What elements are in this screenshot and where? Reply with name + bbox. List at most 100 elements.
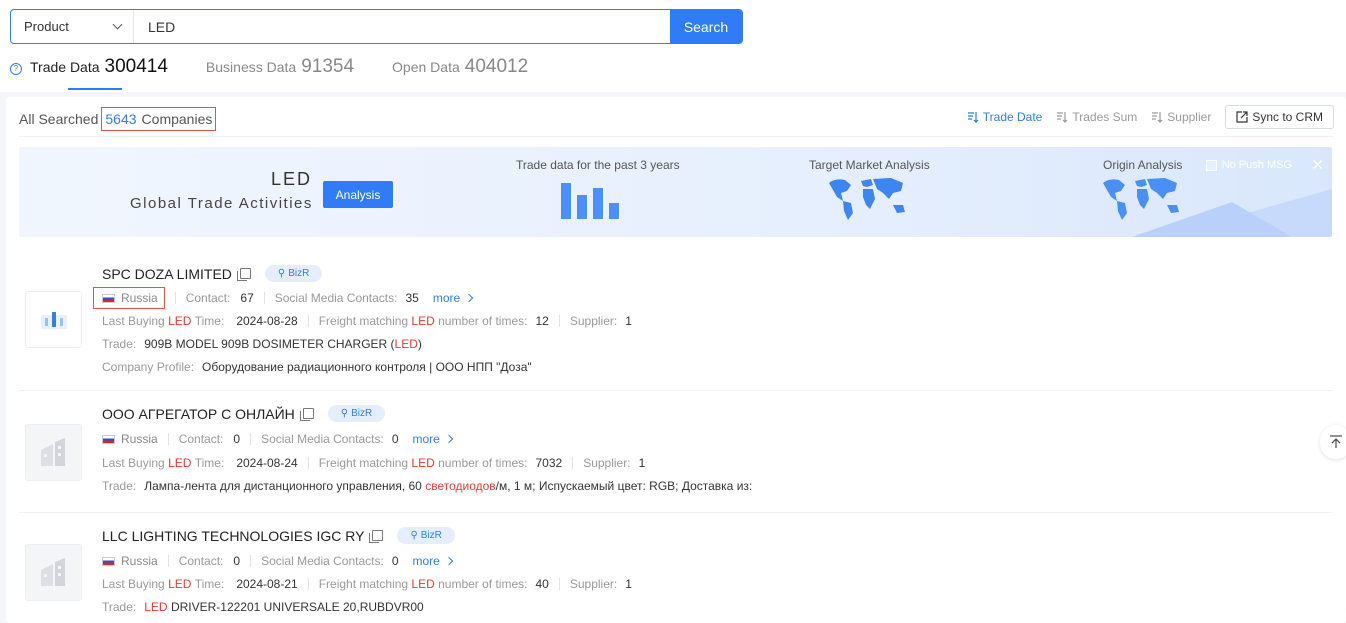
freight-label: Freight matching [318, 577, 409, 591]
bizr-icon: ⚲ [340, 408, 349, 419]
company-logo[interactable] [25, 291, 82, 348]
country-name: Russia [121, 291, 158, 305]
contact-label: Contact: [178, 554, 224, 568]
trade-line: Trade: Лампа-лента для дистанционного уп… [102, 479, 752, 493]
origin-analysis-caption[interactable]: Origin Analysis [1103, 158, 1182, 172]
sync-to-crm-button[interactable]: Sync to CRM [1225, 105, 1334, 129]
times-label: number of times: [438, 456, 528, 470]
search-type-select[interactable]: Product [11, 10, 134, 43]
copy-icon[interactable] [236, 268, 251, 281]
search-input[interactable] [134, 10, 670, 43]
more-link[interactable]: more [433, 291, 474, 305]
sort-icon [1057, 112, 1068, 123]
world-map-icon[interactable] [825, 175, 911, 221]
company-row: ООО АГРЕГАТОР С ОНЛАЙН ⚲ BizR Russia Cont… [19, 402, 1332, 512]
no-push-checkbox[interactable] [1205, 159, 1217, 171]
social-label: Social Media Contacts: [261, 554, 384, 568]
summary-suffix: Companies [141, 111, 213, 127]
russia-flag-icon [102, 556, 115, 566]
bizr-icon: ⚲ [410, 530, 418, 541]
company-name[interactable]: SPC DOZA LIMITED [102, 266, 232, 282]
world-map-icon[interactable] [1099, 175, 1185, 221]
company-logo-image [40, 311, 67, 329]
target-market-caption[interactable]: Target Market Analysis [809, 158, 930, 172]
more-link[interactable]: more [412, 554, 454, 568]
keyword-highlight: LED [411, 314, 435, 328]
trade-label: Trade: [102, 479, 137, 493]
tab-trade-data[interactable]: ? Trade Data 300414 [10, 56, 168, 90]
trade-description: 909B MODEL 909B DOSIMETER CHARGER (LED) [144, 337, 422, 351]
back-to-top-button[interactable] [1320, 425, 1346, 459]
trade-label: Trade: [102, 600, 137, 614]
sort-icon [967, 112, 979, 123]
results-card: All Searched 5643 Companies Trade Date T… [6, 97, 1346, 623]
search-box: Product Search [10, 9, 743, 44]
last-buying-label: Last Buying [102, 577, 165, 591]
trade-line: Trade: LED DRIVER-122201 UNIVERSALE 20,R… [102, 600, 424, 614]
help-icon[interactable]: ? [10, 63, 22, 75]
company-logo[interactable] [25, 544, 82, 601]
bizr-badge[interactable]: ⚲ BizR [264, 265, 323, 282]
supplier-label: Supplier: [569, 314, 618, 328]
profile-label: Company Profile: [102, 360, 195, 374]
search-type-value: Product [24, 19, 69, 34]
company-name[interactable]: LLC LIGHTING TECHNOLOGIES IGC RY [102, 528, 364, 544]
more-label: more [412, 554, 440, 568]
bar-chart-icon[interactable] [561, 181, 625, 219]
arrow-up-icon [1330, 435, 1342, 448]
freight-label: Freight matching [318, 314, 409, 328]
supplier-count: 1 [625, 314, 632, 328]
trade-stats-line: Last Buying LED Time: 2024-08-21 Freight… [102, 577, 632, 591]
profile-line: Company Profile: Оборудование радиационн… [102, 360, 532, 374]
last-buying-date: 2024-08-21 [236, 577, 298, 591]
building-placeholder-icon [40, 557, 65, 586]
search-button[interactable]: Search [670, 10, 742, 43]
no-push-toggle[interactable]: No Push MSG [1205, 159, 1292, 171]
banner-keyword: LED [271, 169, 313, 189]
russia-flag-icon [102, 293, 115, 303]
freight-times: 7032 [535, 456, 563, 470]
sort-label: Trades Sum [1072, 110, 1138, 124]
copy-icon[interactable] [369, 530, 384, 543]
tab-count: 300414 [104, 56, 168, 77]
last-buying-label: Last Buying [102, 456, 165, 470]
country-tag: Russia [93, 287, 165, 309]
close-icon[interactable]: ✕ [1311, 156, 1324, 174]
copy-icon[interactable] [299, 408, 314, 421]
trade-data-caption[interactable]: Trade data for the past 3 years [516, 158, 680, 172]
sort-trade-date[interactable]: Trade Date [967, 110, 1042, 124]
separator [307, 578, 309, 590]
data-tabs: ? Trade Data 300414 Business Data 91354 … [10, 56, 566, 90]
keyword-highlight: LED [411, 577, 435, 591]
separator [167, 555, 169, 567]
building-placeholder-icon [40, 437, 65, 466]
sort-options: Trade Date Trades Sum Supplier Sync to C… [953, 105, 1334, 129]
sort-trades-sum[interactable]: Trades Sum [1056, 110, 1137, 124]
more-link[interactable]: more [412, 432, 454, 446]
trade-keyword: светодиодов [425, 479, 496, 493]
social-count: 35 [405, 291, 419, 305]
trade-text: /м, 1 м; Испускаемый цвет: RGB; Доставка… [495, 479, 753, 493]
bizr-badge[interactable]: ⚲ BizR [397, 527, 455, 544]
trade-keyword: LED [144, 600, 168, 614]
tab-open-data[interactable]: Open Data 404012 [392, 56, 528, 90]
more-label: more [412, 432, 440, 446]
company-profile: Оборудование радиационного контроля | ОО… [202, 360, 532, 374]
company-logo[interactable] [25, 424, 82, 481]
social-label: Social Media Contacts: [274, 291, 398, 305]
chevron-right-icon [444, 556, 454, 566]
social-count: 0 [391, 554, 399, 568]
separator [307, 457, 309, 469]
bizr-badge[interactable]: ⚲ BizR [327, 405, 386, 422]
sort-supplier[interactable]: Supplier [1151, 110, 1211, 124]
tab-count: 91354 [301, 56, 355, 77]
trade-keyword: LED [394, 337, 418, 351]
sync-label: Sync to CRM [1252, 110, 1323, 124]
company-name[interactable]: ООО АГРЕГАТОР С ОНЛАЙН [102, 406, 295, 422]
bizr-label: BizR [420, 530, 442, 541]
contact-count: 0 [233, 554, 241, 568]
analysis-button[interactable]: Analysis [323, 181, 393, 208]
tab-business-data[interactable]: Business Data 91354 [206, 56, 354, 90]
social-label: Social Media Contacts: [261, 432, 384, 446]
banner-subtitle: Global Trade Activities [130, 195, 313, 212]
